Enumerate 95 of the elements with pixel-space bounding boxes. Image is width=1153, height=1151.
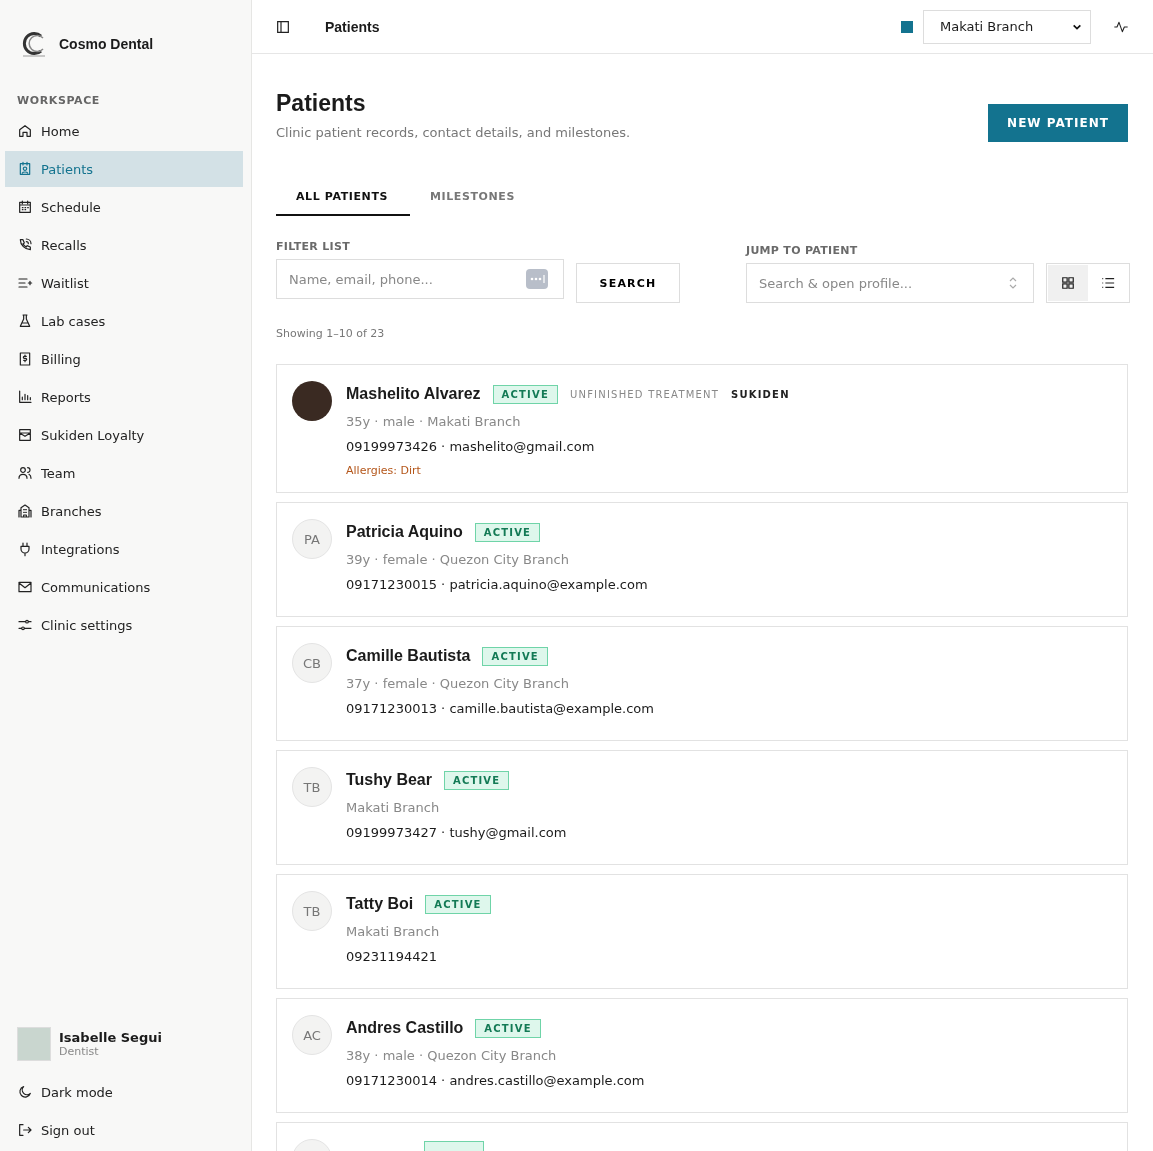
patient-name: Andres Castillo xyxy=(346,1019,464,1037)
patient-tag: UNFINISHED TREATMENT xyxy=(569,388,720,400)
status-badge: ACTIVE xyxy=(443,770,510,790)
list-icon xyxy=(1101,276,1115,290)
status-badge: ACTIVE xyxy=(474,522,541,542)
patient-card[interactable]: PA Patricia Aquino ACTIVE 39y · female · Quezon City Branch 09171230015 · patricia.aquino@example.com xyxy=(276,502,1128,617)
nav-item[interactable]: Billing xyxy=(5,341,243,377)
flask-icon xyxy=(17,313,33,329)
search-button[interactable]: SEARCH xyxy=(576,263,680,303)
patient-card[interactable]: CB Camille Bautista ACTIVE 37y · female · Quezon City Branch 09171230013 · camille.bautista@example.com xyxy=(276,626,1128,741)
user-role: Dentist xyxy=(59,1045,100,1058)
avatar-initials: TB xyxy=(292,891,332,931)
footer-link[interactable]: Sign out xyxy=(5,1111,243,1149)
avatar-initials: AC xyxy=(292,1015,332,1055)
patient-card[interactable]: TB Tushy Bear ACTIVE Makati Branch 09199973427 · tushy@gmail.com xyxy=(276,750,1128,865)
tab[interactable]: ALL PATIENTS xyxy=(276,178,410,216)
tab[interactable]: MILESTONES xyxy=(410,178,537,216)
patient-contact: 09231194421 xyxy=(346,949,438,964)
team-icon xyxy=(17,465,33,481)
nav-item[interactable]: Home xyxy=(5,113,243,149)
patient-name: Mashelito Alvarez xyxy=(346,385,481,403)
phone-icon xyxy=(17,237,33,253)
nav-item[interactable]: Branches xyxy=(5,493,243,529)
avatar-initials: CB xyxy=(292,643,332,683)
allergy-note: Allergies: Dirt xyxy=(346,464,422,477)
avatar-initials: PA xyxy=(292,519,332,559)
patients-icon xyxy=(17,161,33,177)
nav-item[interactable]: Lab cases xyxy=(5,303,243,339)
status-badge: ACTIVE xyxy=(482,646,548,666)
nav-item[interactable]: Communications xyxy=(5,569,243,605)
filter-label: FILTER LIST xyxy=(276,240,351,253)
avatar-initials: TB xyxy=(292,767,332,807)
avatar-photo-placeholder xyxy=(292,381,332,421)
patient-contact: 09171230014 · andres.castillo@example.com xyxy=(346,1073,645,1088)
nav-item[interactable]: Waitlist xyxy=(5,265,243,301)
status-badge: ACTIVE xyxy=(492,384,558,404)
waitlist-icon xyxy=(17,275,33,291)
signout-icon xyxy=(17,1122,33,1138)
nav-item[interactable]: Sukiden Loyalty xyxy=(5,417,243,453)
patient-tag: SUKIDEN xyxy=(731,388,790,400)
patient-contact: 09171230015 · patricia.aquino@example.com xyxy=(346,577,648,592)
patient-card[interactable]: AC Andres Castillo ACTIVE 38y · male · Quezon City Branch 09171230014 · andres.castillo@example.com xyxy=(276,998,1128,1113)
patient-details: 35y · male · Makati Branch xyxy=(346,414,522,429)
page-title: Patients xyxy=(276,90,367,117)
patient-name: Tatty Boi xyxy=(346,895,414,913)
nav-item[interactable]: Team xyxy=(5,455,243,491)
patient-name: Camille Bautista xyxy=(346,647,471,665)
patient-contact: 09199973427 · tushy@gmail.com xyxy=(346,825,567,840)
reports-icon xyxy=(17,389,33,405)
jump-field[interactable]: Search & open profile... xyxy=(746,263,1034,303)
grid-view-button[interactable] xyxy=(1048,265,1088,301)
patient-name: Patricia Aquino xyxy=(346,523,463,541)
grid-icon xyxy=(1061,276,1075,290)
nav-item[interactable]: Patients xyxy=(5,151,243,187)
moon-icon xyxy=(17,1084,33,1100)
patient-details: Makati Branch xyxy=(346,924,441,939)
patient-contact: 09171230013 · camille.bautista@example.com xyxy=(346,701,654,716)
billing-icon xyxy=(17,351,33,367)
patient-details: Makati Branch xyxy=(346,800,441,815)
new-patient-button[interactable]: NEW PATIENT xyxy=(988,104,1128,142)
nav-item[interactable]: Schedule xyxy=(5,189,243,225)
result-count: Showing 1–10 of 23 xyxy=(276,327,386,340)
calendar-icon xyxy=(17,199,33,215)
patient-contact: 09199973426 · mashelito@gmail.com xyxy=(346,439,596,454)
settings-icon xyxy=(17,617,33,633)
patient-details: 38y · male · Quezon City Branch xyxy=(346,1048,558,1063)
sidebar-toggle-icon[interactable] xyxy=(275,18,291,35)
building-icon xyxy=(17,503,33,519)
footer-link[interactable]: Dark mode xyxy=(5,1073,243,1111)
status-badge: ACTIVE xyxy=(475,1018,541,1038)
user-photo-placeholder xyxy=(17,1027,51,1061)
patient-card[interactable]: TB Tatty Boi ACTIVE Makati Branch 09231194421 xyxy=(276,874,1128,989)
patient-details: 37y · female · Quezon City Branch xyxy=(346,676,570,691)
section-label: WORKSPACE xyxy=(16,93,101,109)
patient-name: Tushy Bear xyxy=(346,771,432,789)
updown-icon xyxy=(1008,276,1018,290)
nav-item[interactable]: Clinic settings xyxy=(5,607,243,643)
user-name: Isabelle Segui xyxy=(59,1030,162,1045)
patient-details: 39y · female · Quezon City Branch xyxy=(346,552,570,567)
nav-item[interactable]: Integrations xyxy=(5,531,243,567)
mail-icon xyxy=(17,579,33,595)
more-icon xyxy=(526,269,548,289)
nav-item[interactable]: Recalls xyxy=(5,227,243,263)
nav-item[interactable]: Reports xyxy=(5,379,243,415)
page-subtitle: Clinic patient records, contact details, and milestones. xyxy=(276,125,631,140)
brand-name: Cosmo Dental xyxy=(59,36,154,52)
branch-select[interactable]: Makati Branch xyxy=(923,9,1091,44)
status-badge: ACTIVE xyxy=(425,894,491,914)
patient-card[interactable]: Mashelito Alvarez ACTIVE UNFINISHED TREATMENT SUKIDEN 35y · male · Makati Branch 09199973426 · mashelito@gmail.com Allergies: Dirt xyxy=(276,364,1128,493)
filter-field[interactable]: Name, email, phone... xyxy=(276,259,564,299)
plug-icon xyxy=(17,541,33,557)
loyalty-icon xyxy=(17,427,33,443)
home-icon xyxy=(17,123,33,139)
topbar-title: Patients xyxy=(325,18,380,35)
jump-label: JUMP TO PATIENT xyxy=(746,244,859,257)
